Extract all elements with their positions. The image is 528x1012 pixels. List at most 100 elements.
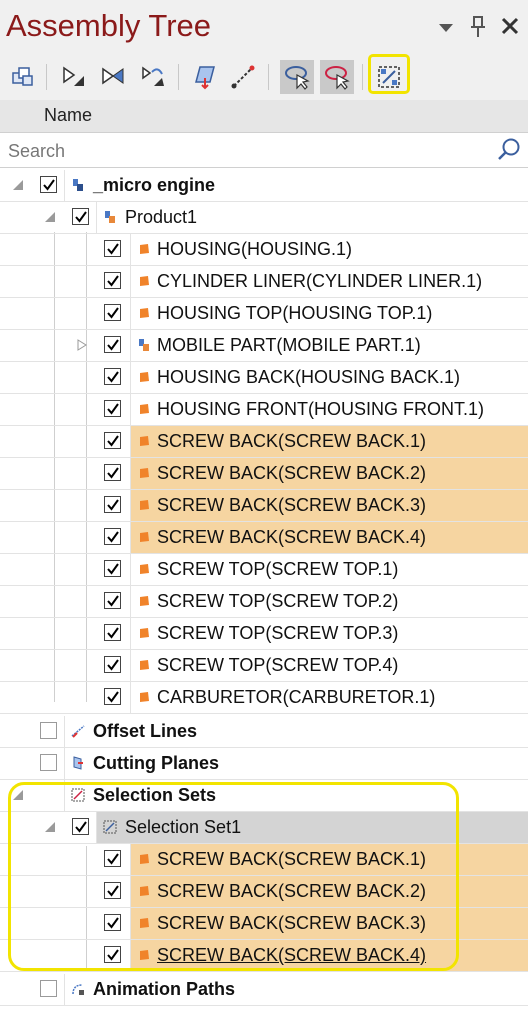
node-label: SCREW BACK(SCREW BACK.4) xyxy=(157,527,427,547)
node-label: SCREW TOP(SCREW TOP.4) xyxy=(157,655,399,675)
select-region-button[interactable] xyxy=(280,60,314,94)
tree-node-part[interactable]: SCREW TOP(SCREW TOP.2) xyxy=(0,586,528,618)
part-icon xyxy=(140,404,149,414)
visibility-checkbox[interactable] xyxy=(104,882,121,899)
visibility-checkbox[interactable] xyxy=(104,400,121,417)
title-bar: Assembly Tree xyxy=(0,0,528,56)
tree-node-selection-set[interactable]: Selection Set1 xyxy=(0,812,528,844)
visibility-checkbox[interactable] xyxy=(104,336,121,353)
product-icon xyxy=(139,339,149,351)
tree-cell: CARBURETOR(CARBURETOR.1) xyxy=(130,682,528,713)
search-icon[interactable] xyxy=(496,137,522,163)
tree-node-part[interactable]: HOUSING(HOUSING.1) xyxy=(0,234,528,266)
visibility-checkbox[interactable] xyxy=(104,432,121,449)
visibility-checkbox[interactable] xyxy=(40,980,57,997)
tree-node-part-highlighted[interactable]: SCREW BACK(SCREW BACK.1) xyxy=(0,426,528,458)
tree-node-part[interactable]: CARBURETOR(CARBURETOR.1) xyxy=(0,682,528,714)
tree-node-subassembly[interactable]: MOBILE PART(MOBILE PART.1) xyxy=(0,330,528,362)
visibility-checkbox[interactable] xyxy=(104,496,121,513)
visibility-checkbox[interactable] xyxy=(40,754,57,771)
visibility-checkbox[interactable] xyxy=(104,850,121,867)
visibility-checkbox[interactable] xyxy=(104,946,121,963)
part-icon xyxy=(140,244,149,254)
pin-icon[interactable] xyxy=(470,16,486,38)
visibility-checkbox[interactable] xyxy=(104,368,121,385)
visibility-checkbox[interactable] xyxy=(104,592,121,609)
visibility-checkbox[interactable] xyxy=(72,208,89,225)
tree-cell: HOUSING BACK(HOUSING BACK.1) xyxy=(130,362,528,393)
visibility-checkbox[interactable] xyxy=(40,722,57,739)
visibility-checkbox[interactable] xyxy=(104,464,121,481)
visibility-checkbox[interactable] xyxy=(104,272,121,289)
visibility-checkbox[interactable] xyxy=(104,240,121,257)
visibility-checkbox[interactable] xyxy=(40,176,57,193)
collapse-icon[interactable] xyxy=(44,211,56,223)
part-icon xyxy=(140,372,149,382)
visibility-checkbox[interactable] xyxy=(104,560,121,577)
tree-node-animation-paths[interactable]: Animation Paths xyxy=(0,974,528,1006)
tree-node-part[interactable]: HOUSING TOP(HOUSING TOP.1) xyxy=(0,298,528,330)
collapse-icon[interactable] xyxy=(12,179,24,191)
visibility-checkbox[interactable] xyxy=(104,624,121,641)
visibility-checkbox[interactable] xyxy=(72,818,89,835)
tree-cell: SCREW BACK(SCREW BACK.1) xyxy=(130,844,528,875)
section-plane-button[interactable] xyxy=(188,60,222,94)
tree-node-part[interactable]: HOUSING FRONT(HOUSING FRONT.1) xyxy=(0,394,528,426)
part-icon xyxy=(140,276,149,286)
part-icon xyxy=(140,532,149,542)
tree-node-product[interactable]: Product1 xyxy=(0,202,528,234)
visibility-checkbox[interactable] xyxy=(104,304,121,321)
node-label: CYLINDER LINER(CYLINDER LINER.1) xyxy=(157,271,483,291)
column-header[interactable]: Name xyxy=(0,100,528,133)
tree-node-root[interactable]: _micro engine xyxy=(0,170,528,202)
expand-icon[interactable] xyxy=(76,339,88,351)
assembly-button[interactable] xyxy=(6,60,40,94)
tree-node-offset-lines[interactable]: Offset Lines xyxy=(0,716,528,748)
assembly-icon xyxy=(12,67,33,86)
tree-cell: SCREW BACK(SCREW BACK.2) xyxy=(130,876,528,907)
part-icon xyxy=(140,308,149,318)
visibility-checkbox[interactable] xyxy=(104,688,121,705)
tree-node-set-member[interactable]: SCREW BACK(SCREW BACK.3) xyxy=(0,908,528,940)
tree-node-set-member[interactable]: SCREW BACK(SCREW BACK.4) xyxy=(0,940,528,972)
tree-node-part-highlighted[interactable]: SCREW BACK(SCREW BACK.3) xyxy=(0,490,528,522)
measure-icon xyxy=(231,65,255,89)
tree-cell: Selection Set1 xyxy=(96,812,528,843)
collapse-icon[interactable] xyxy=(44,821,56,833)
visibility-checkbox[interactable] xyxy=(104,528,121,545)
toolbar xyxy=(0,56,528,100)
measure-button[interactable] xyxy=(226,60,260,94)
part-icon xyxy=(140,854,149,864)
tree-node-part[interactable]: SCREW TOP(SCREW TOP.1) xyxy=(0,554,528,586)
part-icon xyxy=(140,468,149,478)
tree-node-set-member[interactable]: SCREW BACK(SCREW BACK.2) xyxy=(0,876,528,908)
tree-node-cutting-planes[interactable]: Cutting Planes xyxy=(0,748,528,780)
dropdown-arrow-icon[interactable] xyxy=(438,22,454,34)
tree-node-part[interactable]: CYLINDER LINER(CYLINDER LINER.1) xyxy=(0,266,528,298)
visibility-checkbox[interactable] xyxy=(104,656,121,673)
tree-cell: SCREW TOP(SCREW TOP.2) xyxy=(130,586,528,617)
close-icon[interactable] xyxy=(501,17,519,35)
part-icon xyxy=(140,660,149,670)
tree-node-part[interactable]: SCREW TOP(SCREW TOP.3) xyxy=(0,618,528,650)
tree-node-part[interactable]: SCREW TOP(SCREW TOP.4) xyxy=(0,650,528,682)
tree-node-part[interactable]: HOUSING BACK(HOUSING BACK.1) xyxy=(0,362,528,394)
tree-cell: Animation Paths xyxy=(64,974,528,1005)
node-label: Selection Sets xyxy=(93,785,217,805)
part-icon xyxy=(140,918,149,928)
hide-button[interactable] xyxy=(56,60,90,94)
part-icon xyxy=(140,628,149,638)
tree-node-part-highlighted[interactable]: SCREW BACK(SCREW BACK.2) xyxy=(0,458,528,490)
swap-visibility-button[interactable] xyxy=(136,60,170,94)
tree-node-selection-sets[interactable]: Selection Sets xyxy=(0,780,528,812)
tree-node-part-highlighted[interactable]: SCREW BACK(SCREW BACK.4) xyxy=(0,522,528,554)
show-button[interactable] xyxy=(96,60,130,94)
part-icon xyxy=(140,564,149,574)
node-label: MOBILE PART(MOBILE PART.1) xyxy=(157,335,421,355)
deselect-region-button[interactable] xyxy=(320,60,354,94)
visibility-checkbox[interactable] xyxy=(104,914,121,931)
tree-node-set-member[interactable]: SCREW BACK(SCREW BACK.1) xyxy=(0,844,528,876)
collapse-icon[interactable] xyxy=(12,789,24,801)
tree-cell: Product1 xyxy=(96,202,528,233)
search-input[interactable] xyxy=(6,136,480,166)
